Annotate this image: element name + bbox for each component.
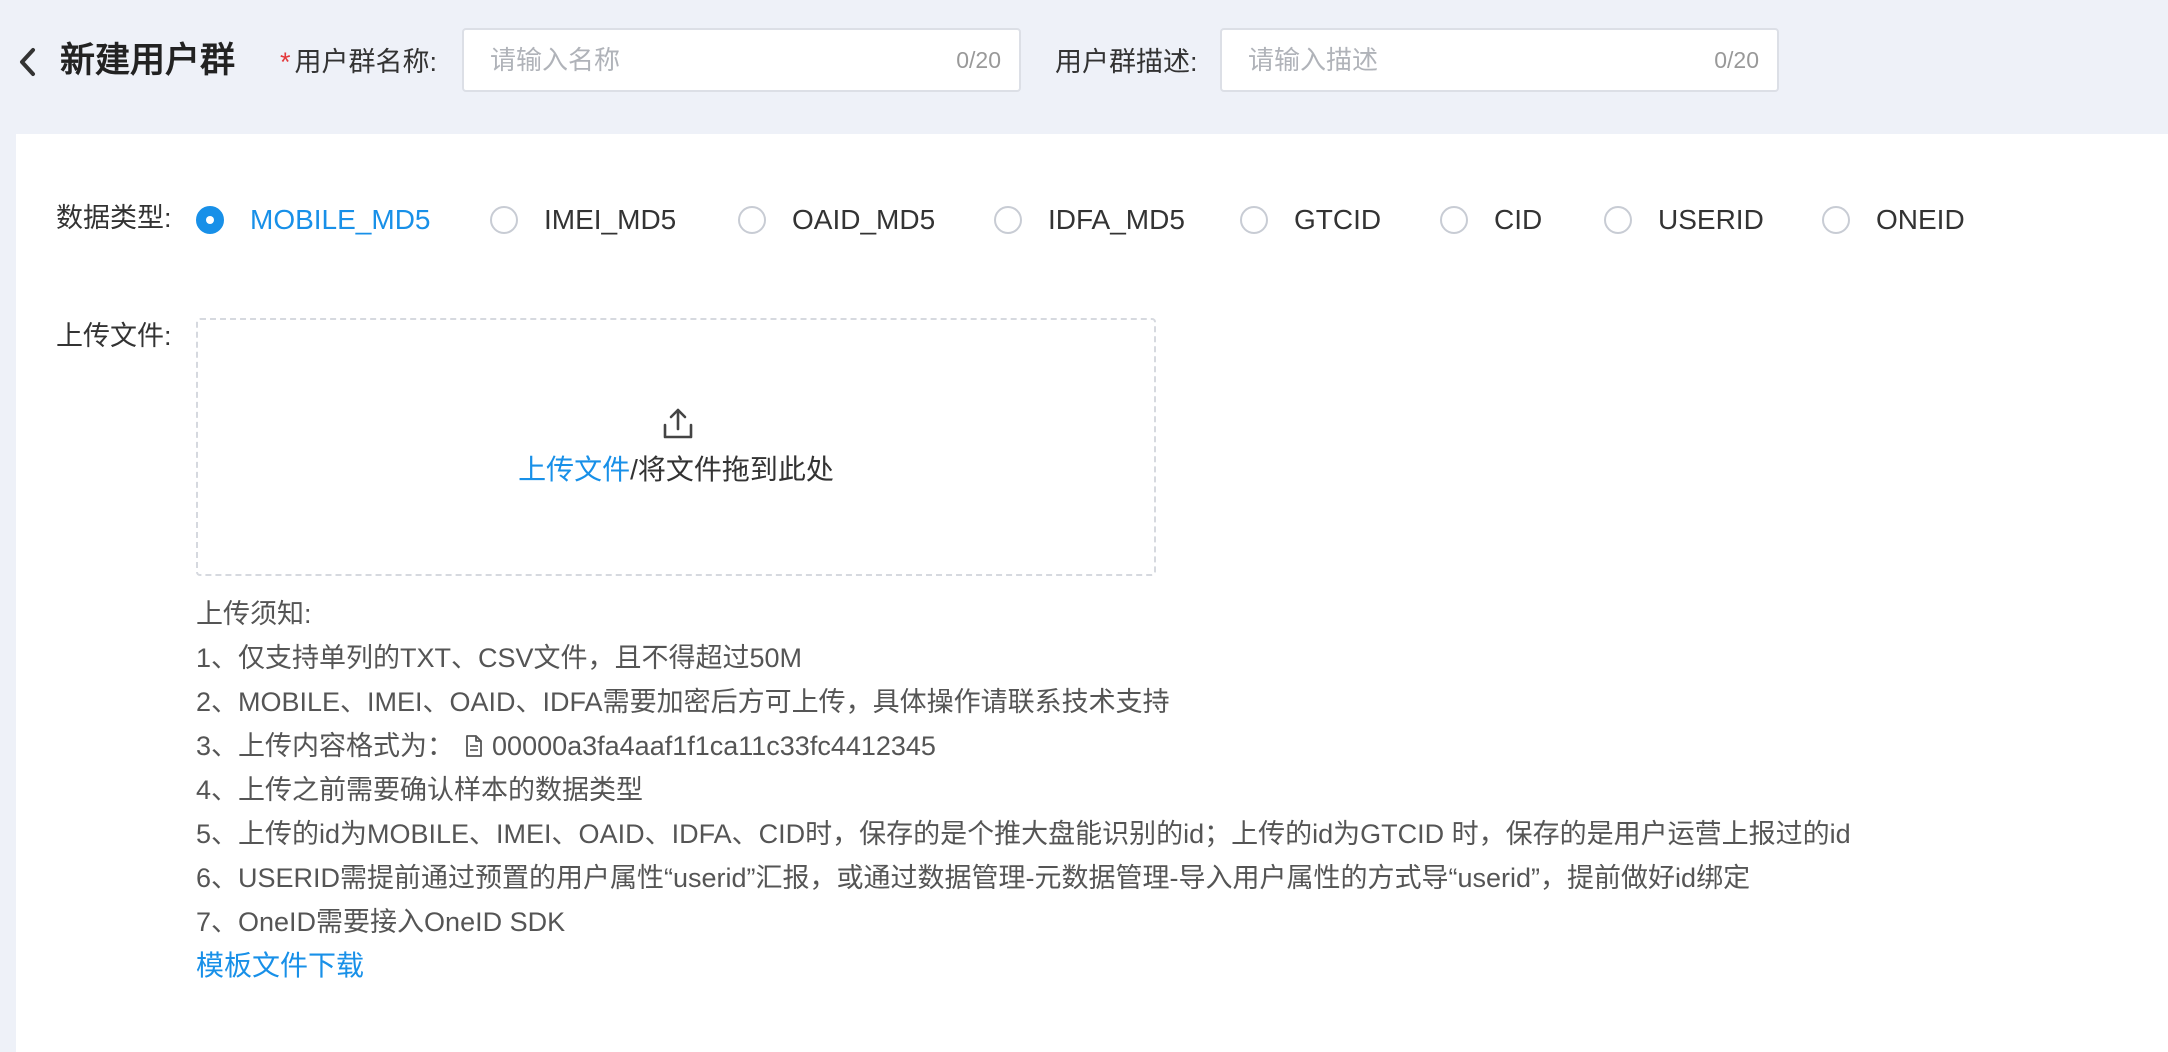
radio-oaid-md5[interactable]: OAID_MD5 bbox=[738, 200, 935, 240]
upload-dropzone[interactable]: 上传文件/将文件拖到此处 bbox=[196, 318, 1156, 576]
radio-circle-icon bbox=[1240, 206, 1268, 234]
radio-label: MOBILE_MD5 bbox=[250, 204, 431, 235]
data-type-label: 数据类型: bbox=[56, 203, 172, 233]
radio-mobile-md5[interactable]: MOBILE_MD5 bbox=[196, 200, 431, 240]
upload-notes: 上传须知: 1、仅支持单列的TXT、CSV文件，且不得超过50M 2、MOBIL… bbox=[196, 592, 2156, 988]
radio-cid[interactable]: CID bbox=[1440, 200, 1542, 240]
drag-hint-text: /将文件拖到此处 bbox=[630, 454, 834, 485]
group-desc-field[interactable]: 0/20 bbox=[1220, 28, 1779, 92]
group-name-label: * 用户群名称: bbox=[280, 40, 437, 84]
radio-label: IDFA_MD5 bbox=[1048, 204, 1185, 235]
required-mark: * bbox=[280, 47, 291, 77]
note-item: 2、MOBILE、IMEI、OAID、IDFA需要加密后方可上传，具体操作请联系… bbox=[196, 687, 1170, 717]
radio-idfa-md5[interactable]: IDFA_MD5 bbox=[994, 200, 1185, 240]
radio-label: CID bbox=[1494, 204, 1543, 235]
radio-circle-icon bbox=[1604, 206, 1632, 234]
group-name-input[interactable] bbox=[464, 30, 904, 90]
upload-icon bbox=[663, 408, 693, 439]
radio-oneid[interactable]: ONEID bbox=[1822, 200, 1965, 240]
group-name-label-text: 用户群名称: bbox=[294, 47, 438, 77]
chevron-left-icon[interactable] bbox=[14, 42, 40, 82]
radio-label: OAID_MD5 bbox=[792, 204, 936, 235]
radio-circle-icon bbox=[1822, 206, 1850, 234]
radio-gtcid[interactable]: GTCID bbox=[1240, 200, 1381, 240]
page-title: 新建用户群 bbox=[60, 41, 236, 80]
radio-circle-icon bbox=[196, 206, 224, 234]
group-desc-counter: 0/20 bbox=[1714, 47, 1759, 73]
group-desc-label: 用户群描述: bbox=[1055, 47, 1198, 77]
note-item: 5、上传的id为MOBILE、IMEI、OAID、IDFA、CID时，保存的是个… bbox=[196, 819, 1851, 849]
note-item: 1、仅支持单列的TXT、CSV文件，且不得超过50M bbox=[196, 643, 803, 673]
radio-label: ONEID bbox=[1876, 204, 1965, 235]
upload-hint: 上传文件/将文件拖到此处 bbox=[198, 450, 1154, 490]
note-item: 7、OneID需要接入OneID SDK bbox=[196, 907, 566, 937]
template-download-link[interactable]: 模板文件下载 bbox=[196, 944, 364, 988]
group-name-counter: 0/20 bbox=[956, 47, 1001, 73]
radio-label: GTCID bbox=[1294, 204, 1382, 235]
radio-circle-icon bbox=[994, 206, 1022, 234]
radio-label: USERID bbox=[1658, 204, 1764, 235]
radio-circle-icon bbox=[738, 206, 766, 234]
notes-title: 上传须知: bbox=[196, 599, 312, 629]
radio-label: IMEI_MD5 bbox=[544, 204, 677, 235]
note-item-format: 3、上传内容格式为： 00000a3fa4aaf1f1ca11c33fc4412… bbox=[196, 724, 2156, 768]
upload-file-link[interactable]: 上传文件 bbox=[518, 454, 630, 485]
radio-userid[interactable]: USERID bbox=[1604, 200, 1764, 240]
page-header: 新建用户群 *用户群名称: 0/20 用户群描述: 0/20 bbox=[0, 0, 2168, 134]
form-card: 数据类型: MOBILE_MD5 IMEI_MD5 OAID_MD5 IDFA_… bbox=[16, 134, 2168, 1052]
upload-file-label: 上传文件: bbox=[56, 321, 172, 351]
group-desc-input[interactable] bbox=[1222, 30, 1662, 90]
radio-circle-icon bbox=[490, 206, 518, 234]
note-format-text: 3、上传内容格式为： bbox=[196, 731, 455, 761]
note-item: 4、上传之前需要确认样本的数据类型 bbox=[196, 775, 644, 805]
radio-imei-md5[interactable]: IMEI_MD5 bbox=[490, 200, 676, 240]
file-icon bbox=[466, 735, 482, 757]
note-item: 6、USERID需提前通过预置的用户属性“userid”汇报，或通过数据管理-元… bbox=[196, 863, 1751, 893]
format-example: 00000a3fa4aaf1f1ca11c33fc4412345 bbox=[492, 731, 936, 761]
radio-circle-icon bbox=[1440, 206, 1468, 234]
group-name-field[interactable]: 0/20 bbox=[462, 28, 1021, 92]
